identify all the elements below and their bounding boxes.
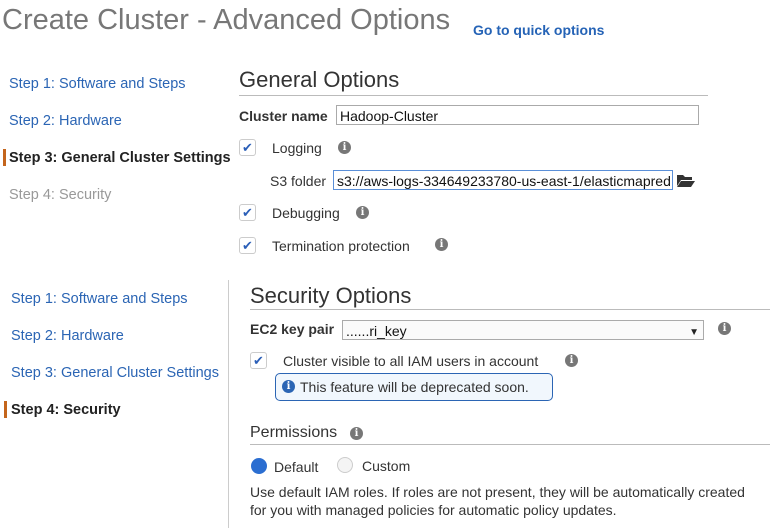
info-icon[interactable]: i — [565, 354, 578, 367]
debugging-checkbox[interactable]: ✔ — [239, 204, 256, 221]
info-icon[interactable]: i — [435, 238, 448, 251]
general-options-heading: General Options — [239, 67, 400, 92]
info-icon[interactable]: i — [350, 427, 363, 440]
s3-folder-label: S3 folder — [270, 173, 327, 189]
nav-step-4[interactable]: Step 4: Security — [11, 402, 121, 418]
custom-radio[interactable] — [337, 457, 353, 473]
key-pair-value: ......ri_key — [346, 323, 407, 339]
nav-step-4: Step 4: Security — [9, 187, 112, 203]
default-label: Default — [274, 459, 319, 475]
nav-step-2[interactable]: Step 2: Hardware — [9, 113, 122, 129]
panel-divider — [228, 280, 229, 528]
nav-step-1[interactable]: Step 1: Software and Steps — [9, 76, 186, 92]
deprecation-notice: i This feature will be deprecated soon. — [275, 373, 553, 401]
page-title: Create Cluster - Advanced Options — [2, 4, 451, 36]
folder-open-icon[interactable] — [676, 173, 696, 188]
s3-folder-input[interactable]: s3://aws-logs-334649233780-us-east-1/ela… — [333, 170, 673, 190]
info-icon[interactable]: i — [718, 322, 731, 335]
cluster-name-label: Cluster name — [239, 108, 328, 124]
nav-step-3[interactable]: Step 3: General Cluster Settings — [11, 365, 219, 381]
nav-step-1[interactable]: Step 1: Software and Steps — [11, 291, 188, 307]
nav-step-3[interactable]: Step 3: General Cluster Settings — [9, 150, 231, 166]
active-indicator — [4, 401, 7, 418]
quick-options-link[interactable]: Go to quick options — [473, 22, 604, 38]
cluster-name-input[interactable]: Hadoop-Cluster — [336, 105, 699, 125]
info-icon: i — [282, 380, 295, 393]
cluster-visible-label: Cluster visible to all IAM users in acco… — [283, 353, 539, 369]
permissions-heading: Permissions — [250, 424, 338, 441]
termination-label: Termination protection — [272, 238, 410, 254]
dropdown-arrow-icon: ▼ — [689, 327, 699, 338]
default-radio[interactable] — [251, 458, 267, 474]
info-icon[interactable]: i — [356, 206, 369, 219]
active-indicator — [3, 149, 6, 166]
divider — [239, 95, 708, 96]
permissions-description-1: Use default IAM roles. If roles are not … — [250, 484, 745, 500]
permissions-description-2: for you with managed policies for automa… — [250, 502, 617, 518]
divider — [250, 444, 770, 445]
divider — [250, 309, 770, 310]
debugging-label: Debugging — [272, 205, 340, 221]
security-options-heading: Security Options — [250, 283, 412, 308]
key-pair-select[interactable]: ......ri_key ▼ — [342, 320, 704, 340]
logging-checkbox[interactable]: ✔ — [239, 139, 256, 156]
notice-text: This feature will be deprecated soon. — [300, 379, 529, 395]
logging-label: Logging — [272, 140, 322, 156]
termination-checkbox[interactable]: ✔ — [239, 237, 256, 254]
custom-label: Custom — [362, 458, 411, 474]
nav-step-2[interactable]: Step 2: Hardware — [11, 328, 124, 344]
key-pair-label: EC2 key pair — [250, 321, 335, 337]
cluster-visible-checkbox[interactable]: ✔ — [250, 352, 267, 369]
info-icon[interactable]: i — [338, 141, 351, 154]
